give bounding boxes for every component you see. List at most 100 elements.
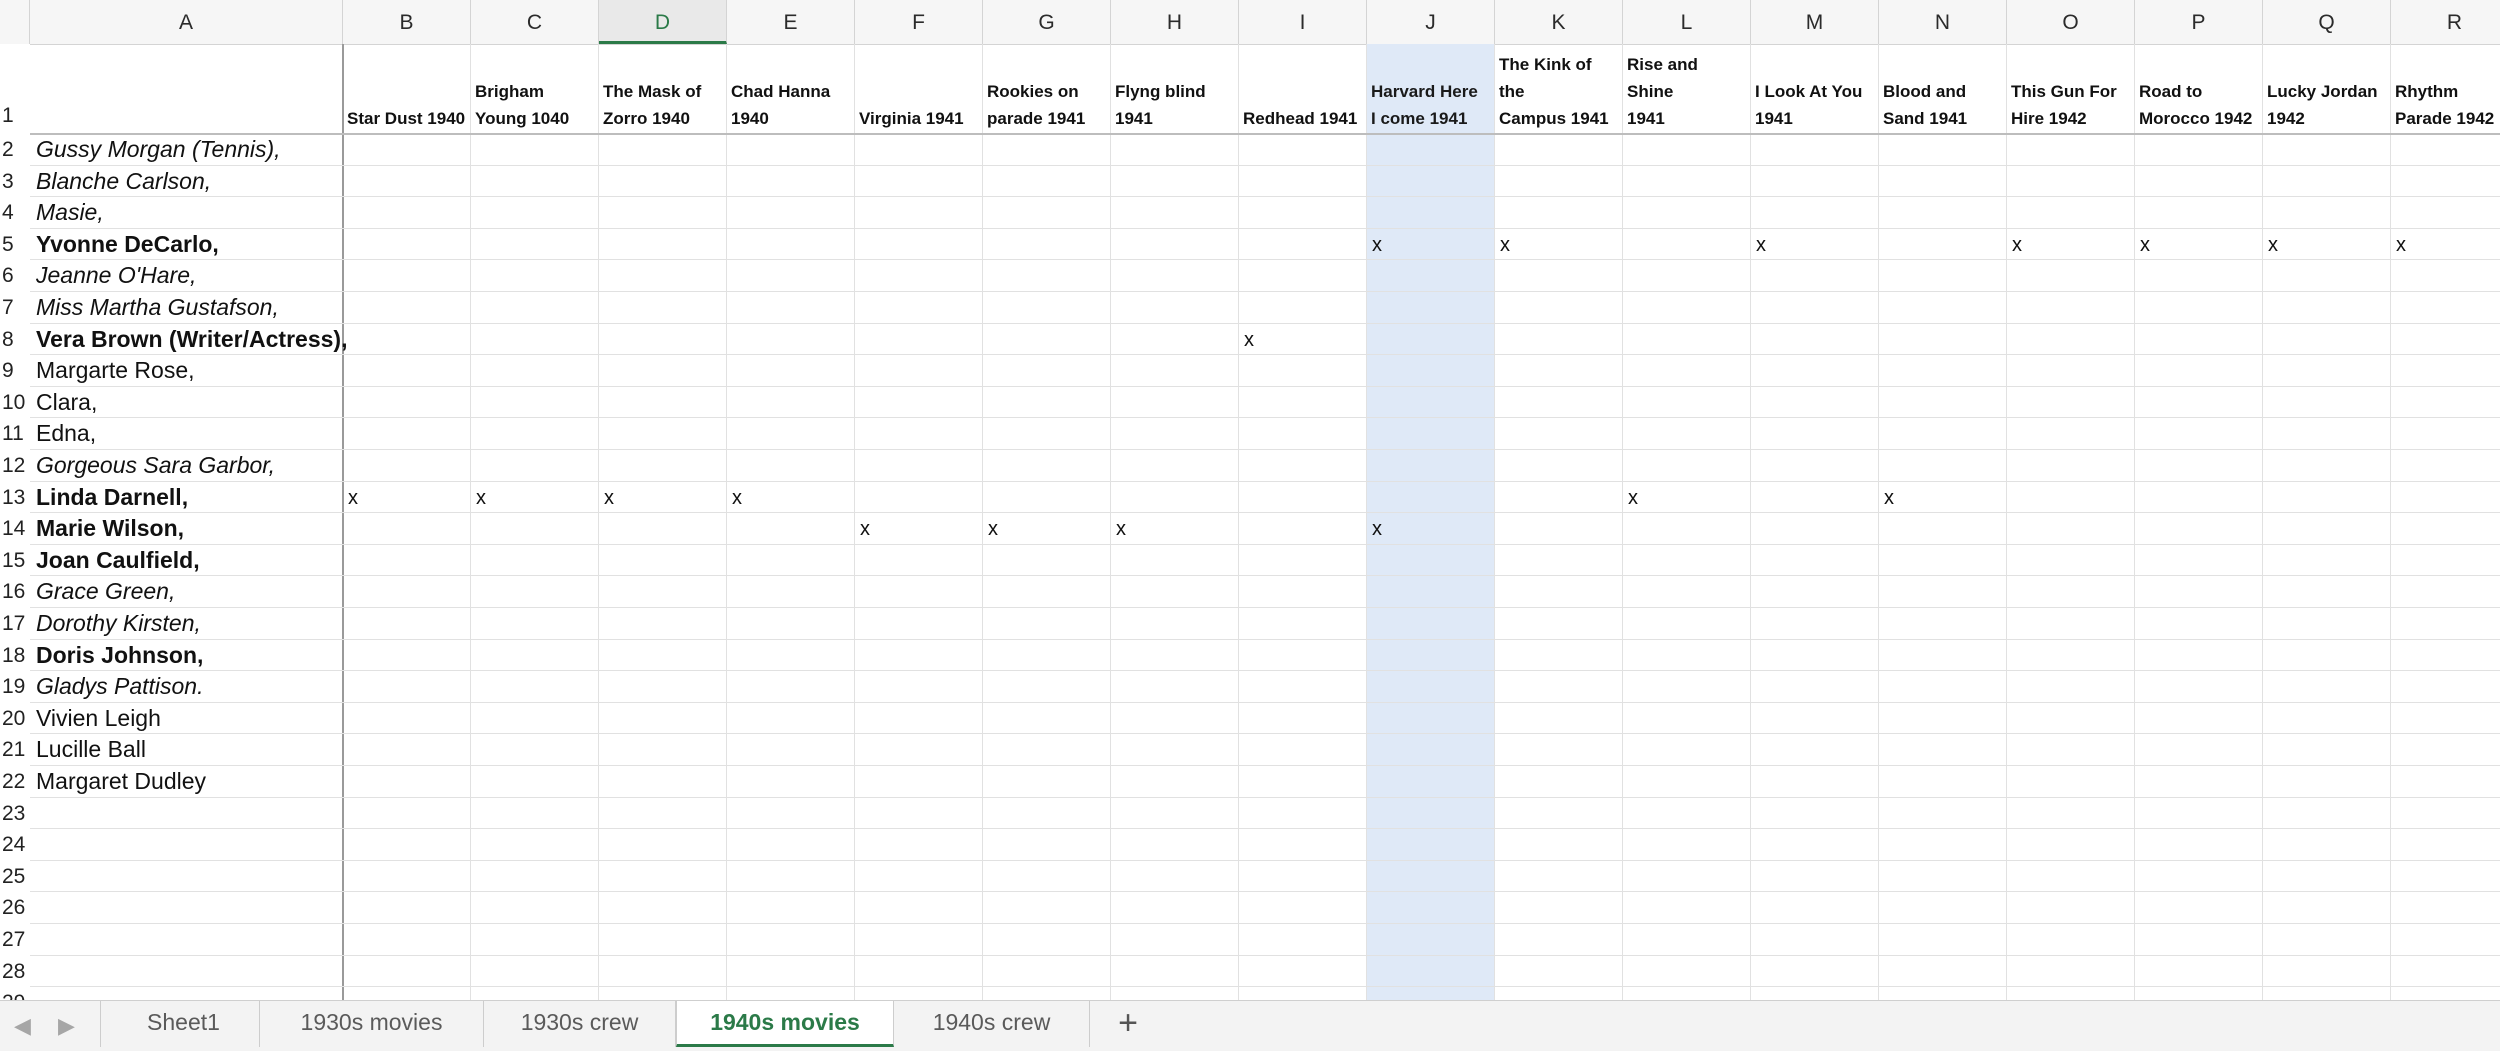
row-number[interactable]: 24 (0, 829, 30, 861)
appearance-mark[interactable]: x (604, 483, 614, 514)
column-header-q[interactable]: Q (2263, 0, 2391, 44)
select-all-corner[interactable] (0, 0, 30, 44)
appearance-mark[interactable]: x (860, 514, 870, 545)
spreadsheet-grid[interactable]: 1 Star Dust 1940 Brigham Young 1040 The Mas… (0, 44, 2500, 1000)
column-header-i[interactable]: I (1239, 0, 1367, 44)
movie-header-cell[interactable]: Redhead 1941 (1239, 44, 1367, 134)
row-number[interactable]: 29 (0, 987, 30, 1000)
row-number[interactable]: 13 (0, 481, 30, 514)
appearance-mark[interactable]: x (476, 483, 486, 514)
appearance-mark[interactable]: x (1372, 514, 1382, 545)
name-cell[interactable]: Grace Green, (36, 576, 175, 607)
row-number[interactable]: 15 (0, 544, 30, 577)
row-number[interactable]: 17 (0, 608, 30, 640)
row-number[interactable]: 21 (0, 734, 30, 766)
movie-header-cell[interactable]: Harvard Here I come 1941 (1367, 44, 1495, 134)
column-header-r[interactable]: R (2391, 0, 2500, 44)
column-header-h[interactable]: H (1111, 0, 1239, 44)
appearance-mark[interactable]: x (2268, 230, 2278, 261)
row-number[interactable]: 12 (0, 450, 30, 482)
row-number[interactable]: 4 (0, 197, 30, 229)
row-number[interactable]: 18 (0, 639, 30, 672)
movie-header-cell[interactable]: This Gun For Hire 1942 (2007, 44, 2135, 134)
next-sheet-icon[interactable]: ▶ (58, 1013, 75, 1039)
name-cell[interactable]: Margaret Dudley (36, 766, 206, 797)
name-cell[interactable]: Jeanne O'Hare, (36, 260, 196, 291)
name-cell[interactable]: Blanche Carlson, (36, 166, 211, 197)
row-number[interactable]: 16 (0, 576, 30, 608)
column-header-c[interactable]: C (471, 0, 599, 44)
appearance-mark[interactable]: x (1500, 230, 1510, 261)
row-number[interactable]: 23 (0, 797, 30, 830)
appearance-mark[interactable]: x (1628, 483, 1638, 514)
appearance-mark[interactable]: x (1756, 230, 1766, 261)
movie-header-cell[interactable]: The Kink of the Campus 1941 (1495, 44, 1623, 134)
appearance-mark[interactable]: x (1116, 514, 1126, 545)
appearance-mark[interactable]: x (988, 514, 998, 545)
name-cell[interactable]: Masie, (36, 197, 104, 228)
sheet-tab[interactable]: 1940s crew (894, 1001, 1090, 1047)
column-header-n[interactable]: N (1879, 0, 2007, 44)
row-number[interactable]: 22 (0, 766, 30, 798)
row-number[interactable]: 11 (0, 418, 30, 450)
name-cell[interactable]: Doris Johnson, (36, 640, 203, 671)
movie-header-cell[interactable]: Star Dust 1940 (343, 44, 471, 134)
row-number[interactable]: 28 (0, 955, 30, 988)
appearance-mark[interactable]: x (732, 483, 742, 514)
column-header-m[interactable]: M (1751, 0, 1879, 44)
column-header-p[interactable]: P (2135, 0, 2263, 44)
sheet-tab[interactable]: 1940s movies (676, 1001, 894, 1047)
appearance-mark[interactable]: x (2140, 230, 2150, 261)
row-number[interactable]: 20 (0, 702, 30, 735)
sheet-tab[interactable]: 1930s crew (484, 1001, 676, 1047)
row-number[interactable]: 8 (0, 323, 30, 356)
column-header-g[interactable]: G (983, 0, 1111, 44)
appearance-mark[interactable]: x (2396, 230, 2406, 261)
row-number[interactable]: 26 (0, 892, 30, 924)
row-number[interactable]: 9 (0, 355, 30, 387)
name-cell[interactable]: Vivien Leigh (36, 703, 161, 734)
column-header-j[interactable]: J (1367, 0, 1495, 44)
row-number[interactable]: 10 (0, 386, 30, 419)
row-number[interactable]: 6 (0, 260, 30, 292)
column-header-a[interactable]: A (30, 0, 343, 44)
movie-header-cell[interactable]: Virginia 1941 (855, 44, 983, 134)
row-number[interactable]: 1 (0, 44, 30, 134)
row-number[interactable]: 27 (0, 924, 30, 956)
column-header-b[interactable]: B (343, 0, 471, 44)
name-cell[interactable]: Gussy Morgan (Tennis), (36, 134, 281, 165)
name-cell[interactable]: Margarte Rose, (36, 355, 195, 386)
movie-header-cell[interactable]: Rookies on parade 1941 (983, 44, 1111, 134)
row-number[interactable]: 19 (0, 671, 30, 703)
appearance-mark[interactable]: x (1884, 483, 1894, 514)
row-number[interactable]: 2 (0, 134, 30, 166)
name-cell[interactable]: Gorgeous Sara Garbor, (36, 450, 275, 481)
row-number[interactable]: 5 (0, 228, 30, 261)
name-cell[interactable]: Dorothy Kirsten, (36, 608, 201, 639)
name-cell[interactable]: Vera Brown (Writer/Actress), (36, 324, 347, 355)
movie-header-cell[interactable]: Flyng blind 1941 (1111, 44, 1239, 134)
column-header-f[interactable]: F (855, 0, 983, 44)
sheet-tab[interactable]: Sheet1 (108, 1001, 260, 1047)
name-cell[interactable]: Lucille Ball (36, 734, 146, 765)
column-header-d[interactable]: D (599, 0, 727, 44)
movie-header-cell[interactable]: The Mask of Zorro 1940 (599, 44, 727, 134)
name-cell[interactable]: Miss Martha Gustafson, (36, 292, 279, 323)
row-number[interactable]: 3 (0, 165, 30, 198)
name-cell[interactable]: Joan Caulfield, (36, 545, 200, 576)
movie-header-cell[interactable]: Rise and Shine 1941 (1623, 44, 1751, 134)
row-number[interactable]: 14 (0, 513, 30, 545)
prev-sheet-icon[interactable]: ◀ (14, 1013, 31, 1039)
name-cell[interactable]: Marie Wilson, (36, 513, 184, 544)
appearance-mark[interactable]: x (1372, 230, 1382, 261)
movie-header-cell[interactable]: I Look At You 1941 (1751, 44, 1879, 134)
movie-header-cell[interactable]: Chad Hanna 1940 (727, 44, 855, 134)
name-cell[interactable]: Linda Darnell, (36, 482, 188, 513)
row-number[interactable]: 7 (0, 292, 30, 324)
appearance-mark[interactable]: x (2012, 230, 2022, 261)
column-header-e[interactable]: E (727, 0, 855, 44)
appearance-mark[interactable]: x (1244, 325, 1254, 356)
appearance-mark[interactable]: x (348, 483, 358, 514)
sheet-tab[interactable]: 1930s movies (260, 1001, 484, 1047)
movie-header-cell[interactable]: Brigham Young 1040 (471, 44, 599, 134)
